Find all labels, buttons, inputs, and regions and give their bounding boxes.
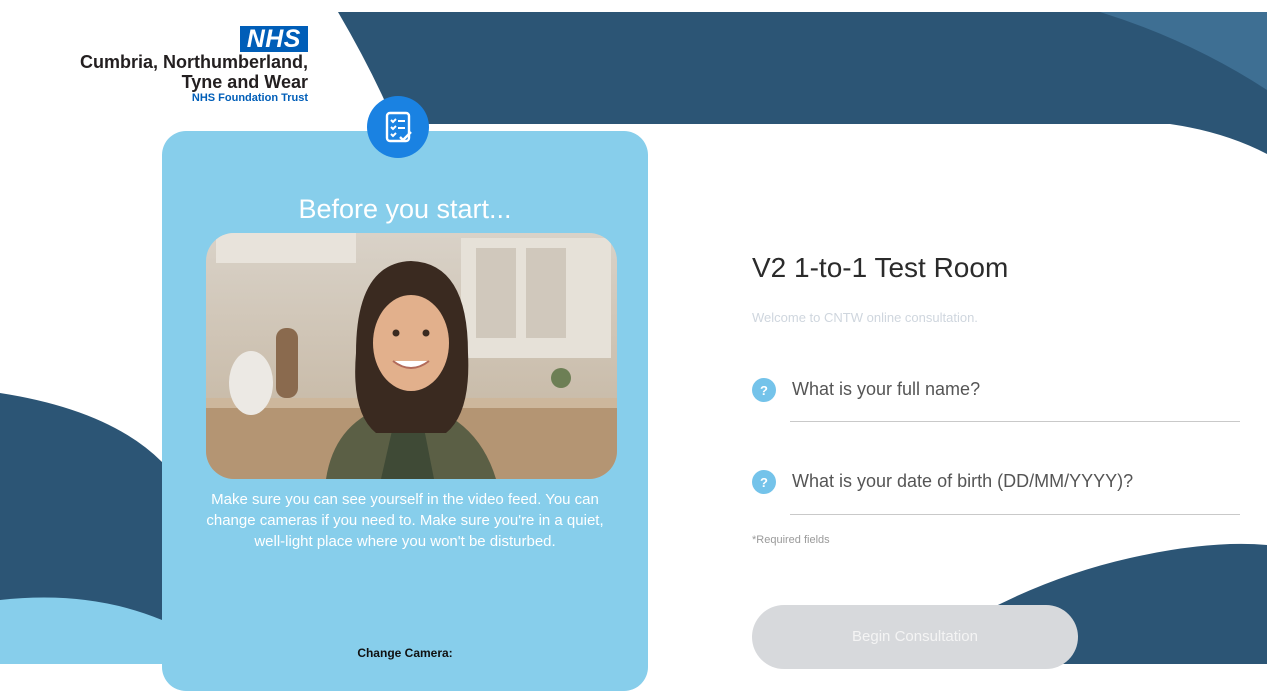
help-icon[interactable]: ? <box>752 470 776 494</box>
panel-instructions: Make sure you can see yourself in the vi… <box>206 491 604 550</box>
required-fields-note: *Required fields <box>752 534 830 546</box>
welcome-text: Welcome to CNTW online consultation. <box>752 310 978 325</box>
trust-name: NHS Foundation Trust <box>191 92 308 104</box>
nhs-mark: NHS <box>239 26 308 52</box>
change-camera-label: Change Camera: <box>357 646 453 660</box>
camera-preview-image <box>206 233 617 479</box>
checklist-badge <box>367 96 429 158</box>
room-title: V2 1-to-1 Test Room <box>752 252 1009 283</box>
panel-title: Before you start... <box>298 194 512 224</box>
org-name-line2: Tyne and Wear <box>181 72 308 92</box>
checklist-icon <box>385 111 412 143</box>
dob-underline <box>790 514 1240 515</box>
full-name-underline <box>790 421 1240 422</box>
help-icon[interactable]: ? <box>752 378 776 402</box>
org-name-line1: Cumbria, Northumberland, <box>79 52 308 72</box>
begin-consultation-button[interactable]: Begin Consultation <box>752 605 1078 669</box>
dob-label[interactable]: What is your date of birth (DD/MM/YYYY)? <box>792 471 1133 492</box>
nhs-logo: NHS Cumbria, Northumberland, Tyne and We… <box>0 26 308 105</box>
camera-preview <box>206 233 617 479</box>
full-name-label[interactable]: What is your full name? <box>792 379 980 400</box>
